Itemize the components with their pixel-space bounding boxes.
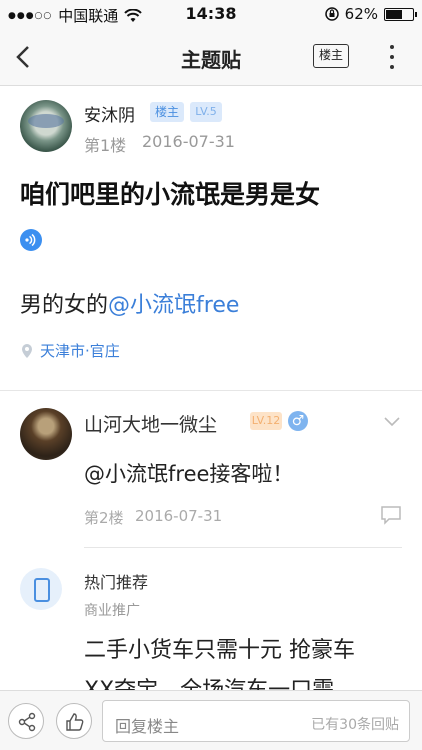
page-title: 主题贴 (181, 48, 241, 72)
status-bar: ●●●○○ 中国联通 14:38 62% (0, 0, 422, 28)
battery-icon (384, 7, 417, 21)
author-name[interactable]: 安沐阴 (84, 101, 135, 126)
sound-wave-icon (25, 233, 36, 247)
share-icon (18, 712, 36, 732)
post-body: 男的女的@小流氓free (20, 287, 239, 319)
battery-percent: 62% (344, 5, 378, 23)
reply-avatar[interactable] (20, 408, 72, 460)
op-only-button[interactable]: 楼主 (313, 44, 349, 68)
divider (0, 390, 422, 391)
male-icon: ♂ (288, 411, 308, 431)
more-button[interactable] (382, 42, 402, 72)
divider (84, 547, 402, 548)
thumbs-up-icon (66, 713, 84, 731)
chevron-down-icon[interactable] (383, 413, 401, 432)
op-badge: 楼主 (150, 102, 184, 122)
reply-author-name[interactable]: 山河大地一微尘 (84, 410, 217, 437)
reply-count: 已有30条回贴 (311, 717, 399, 733)
level-badge: LV.5 (190, 102, 222, 122)
battery-fill (386, 9, 403, 19)
status-right: 62% (324, 5, 417, 23)
reply-input[interactable]: 回复楼主 已有30条回贴 (102, 700, 410, 742)
bottom-bar: 回复楼主 已有30条回贴 (0, 690, 422, 750)
reply-floor: 第2楼 (84, 509, 124, 527)
comment-icon[interactable] (380, 505, 402, 529)
recommendation-subtitle: 商业推广 (84, 603, 140, 619)
recommendation-title: 热门推荐 (84, 573, 149, 592)
floor-label: 第1楼 (84, 136, 127, 155)
post-title: 咱们吧里的小流氓是男是女 (20, 180, 321, 209)
author-avatar[interactable] (20, 100, 72, 152)
more-icon (390, 45, 394, 49)
share-button[interactable] (8, 703, 44, 739)
post-body-text: 男的女的 (20, 293, 109, 318)
reply-date: 2016-07-31 (135, 507, 223, 525)
reply-body: @小流氓free接客啦！ (84, 462, 294, 486)
like-button[interactable] (56, 703, 92, 739)
rotation-lock-icon (324, 7, 339, 21)
mention-link[interactable]: @小流氓free (108, 293, 239, 318)
reply-placeholder: 回复楼主 (115, 717, 180, 736)
location[interactable]: 天津市·官庄 (20, 340, 120, 361)
more-icon-dot (390, 65, 394, 69)
post-date: 2016-07-31 (142, 132, 235, 151)
location-pin-icon (22, 343, 32, 358)
voice-icon[interactable] (20, 229, 42, 251)
location-text: 天津市·官庄 (40, 342, 120, 360)
more-icon-dot (390, 55, 394, 59)
reply-level-badge: LV.12 (250, 412, 282, 430)
navigation-bar: 主题贴 楼主 (0, 28, 422, 86)
phone-icon (20, 568, 62, 610)
ad-text-line-1[interactable]: 二手小货车只需十元 抢豪车 (84, 632, 355, 664)
